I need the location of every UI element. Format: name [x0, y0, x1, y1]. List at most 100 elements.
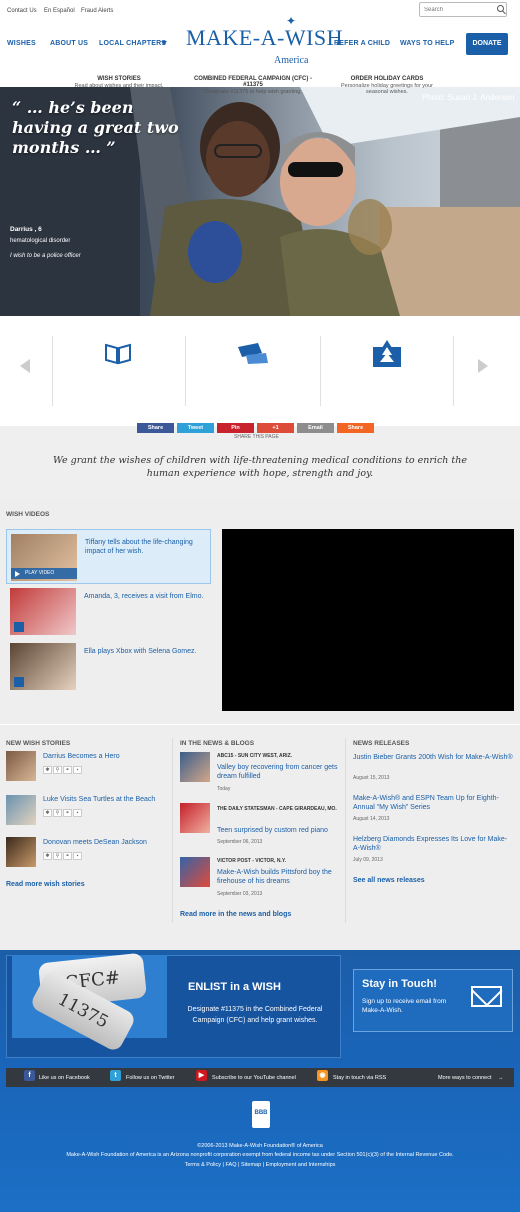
story-thumbnail[interactable]	[6, 837, 36, 867]
nav-wishes[interactable]: WISHES	[7, 40, 36, 47]
videos-heading: WISH VIDEOS	[6, 511, 50, 518]
legal-notice: Make-A-Wish Foundation of America is an …	[66, 1152, 454, 1158]
column-divider	[172, 738, 173, 923]
story-icons: ✱ ⚲ ⚭ ▪	[43, 852, 83, 860]
carousel-divider	[52, 336, 53, 406]
release-title[interactable]: Make-A-Wish® and ESPN Team Up for Eighth…	[353, 794, 513, 812]
carousel-divider	[320, 336, 321, 406]
facebook-share-button[interactable]: Share	[137, 423, 174, 433]
google-plus-button[interactable]: +1	[257, 423, 294, 433]
employment-link[interactable]: Employment and Internships	[266, 1162, 336, 1168]
play-video-label[interactable]: PLAY VIDEO	[11, 568, 77, 579]
bbb-logo[interactable]: BBB	[252, 1101, 270, 1128]
video-item[interactable]: PLAY VIDEO Tiffany tells about the life-…	[6, 529, 211, 584]
facebook-icon[interactable]: f	[24, 1070, 35, 1081]
donate-button[interactable]: DONATE	[466, 33, 508, 55]
enlist-heading[interactable]: ENLIST in a WISH	[188, 981, 281, 993]
read-more-news-link[interactable]: Read more in the news and blogs	[180, 911, 291, 918]
release-date: July 09, 2013	[353, 857, 383, 863]
arrow-right-icon[interactable]: →	[498, 1075, 504, 1081]
story-thumbnail[interactable]	[6, 795, 36, 825]
pin-button[interactable]: Pin	[217, 423, 254, 433]
read-more-stories-link[interactable]: Read more wish stories	[6, 881, 85, 888]
email-share-button[interactable]: Email	[297, 423, 334, 433]
twitter-link[interactable]: Follow us on Twitter	[126, 1075, 175, 1081]
story-icons: ✱ ⚲ ⚭ ▪	[43, 766, 83, 774]
search-icon[interactable]	[497, 5, 504, 12]
releases-heading: NEWS RELEASES	[353, 740, 410, 747]
story-title[interactable]: Donovan meets DeSean Jackson	[43, 839, 147, 846]
hero-wish: I wish to be a police officer	[10, 253, 81, 259]
carousel-item-holiday-cards[interactable]: ORDER HOLIDAY CARDS Personalize holiday …	[322, 24, 452, 95]
video-title[interactable]: Amanda, 3, receives a visit from Elmo.	[84, 592, 206, 601]
carousel-item-wish-stories[interactable]: WISH STORIES Read about wishes and their…	[54, 24, 184, 89]
carousel-item-cfc[interactable]: COMBINED FEDERAL CAMPAIGN (CFC) - #11375…	[188, 24, 318, 95]
column-divider	[345, 738, 346, 923]
news-date: Today	[217, 786, 231, 792]
sitemap-link[interactable]: Sitemap	[241, 1162, 261, 1168]
mail-icon[interactable]	[471, 986, 502, 1007]
video-title[interactable]: Tiffany tells about the life-changing im…	[85, 538, 207, 556]
feature-carousel	[0, 316, 520, 421]
video-title[interactable]: Ella plays Xbox with Selena Gomez.	[84, 647, 206, 656]
enlist-text: Designate #11375 in the Combined Federal…	[187, 1006, 323, 1024]
hero-quote: “ … he’s been having a great two months …	[12, 98, 179, 157]
arrow-right-icon[interactable]	[478, 359, 488, 373]
faq-link[interactable]: FAQ	[225, 1162, 236, 1168]
hero-condition: hematological disorder	[10, 238, 71, 244]
news-date: September 06, 2013	[217, 839, 263, 845]
news-source: ABC15 - SUN CITY WEST, ARIZ.	[217, 753, 293, 759]
stay-text: Sign up to receive email from Make-A-Wis…	[362, 998, 447, 1014]
terms-link[interactable]: Terms & Policy	[185, 1162, 221, 1168]
copyright: ©2006-2013 Make-A-Wish Foundation® of Am…	[197, 1143, 323, 1149]
hero-name: Darrius , 6	[10, 226, 42, 233]
news-thumbnail[interactable]	[180, 752, 210, 782]
story-title[interactable]: Luke Visits Sea Turtles at the Beach	[43, 796, 155, 803]
video-item[interactable]: Ella plays Xbox with Selena Gomez.	[6, 639, 211, 694]
release-title[interactable]: Justin Bieber Grants 200th Wish for Make…	[353, 753, 513, 762]
carousel-desc: Designate #11375 to help wish granting.	[204, 89, 302, 95]
rss-link[interactable]: Stay in touch via RSS	[333, 1075, 386, 1081]
news-title[interactable]: Make-A-Wish builds Pittsford boy the fir…	[217, 868, 342, 886]
carousel-divider	[453, 336, 454, 406]
story-title[interactable]: Darrius Becomes a Hero	[43, 753, 120, 760]
carousel-title: COMBINED FEDERAL CAMPAIGN (CFC) - #11375	[193, 76, 313, 88]
news-date: September 03, 2013	[217, 891, 263, 897]
video-player[interactable]	[222, 529, 514, 711]
facebook-link[interactable]: Like us on Facebook	[39, 1075, 90, 1081]
carousel-title: ORDER HOLIDAY CARDS	[350, 76, 424, 82]
news-title[interactable]: Teen surprised by custom red piano	[217, 826, 342, 835]
twitter-icon[interactable]: t	[110, 1070, 121, 1081]
news-source: VICTOR POST - VICTOR, N.Y.	[217, 858, 286, 864]
story-icons: ✱ ⚲ ⚭ ▪	[43, 809, 83, 817]
espanol-link[interactable]: En Español	[44, 8, 75, 14]
story-thumbnail[interactable]	[6, 751, 36, 781]
tweet-button[interactable]: Tweet	[177, 423, 214, 433]
carousel-divider	[185, 336, 186, 406]
play-icon[interactable]	[14, 677, 24, 687]
more-share-button[interactable]: Share	[337, 423, 374, 433]
fraud-alerts-link[interactable]: Fraud Alerts	[81, 8, 113, 14]
video-item[interactable]: Amanda, 3, receives a visit from Elmo.	[6, 584, 211, 639]
arrow-left-icon[interactable]	[20, 359, 30, 373]
release-date: August 14, 2013	[353, 816, 390, 822]
stories-heading: NEW WISH STORIES	[6, 740, 71, 747]
youtube-link[interactable]: Subscribe to our YouTube channel	[212, 1075, 296, 1081]
play-icon[interactable]	[14, 622, 24, 632]
see-all-releases-link[interactable]: See all news releases	[353, 877, 425, 884]
news-title[interactable]: Valley boy recovering from cancer gets d…	[217, 763, 342, 781]
share-caption: SHARE THIS PAGE	[234, 434, 279, 440]
play-icon[interactable]	[15, 571, 20, 577]
book-icon	[105, 343, 131, 365]
youtube-icon[interactable]: ▶	[196, 1070, 207, 1081]
carousel-title: WISH STORIES	[97, 76, 141, 82]
carousel-desc: Personalize holiday greetings for your s…	[340, 83, 434, 95]
news-thumbnail[interactable]	[180, 857, 210, 887]
rss-icon[interactable]: ◉	[317, 1070, 328, 1081]
contact-us-link[interactable]: Contact Us	[7, 8, 37, 14]
search-input[interactable]	[419, 2, 507, 17]
release-title[interactable]: Helzberg Diamonds Expresses Its Love for…	[353, 835, 513, 853]
news-thumbnail[interactable]	[180, 803, 210, 833]
news-source: THE DAILY STATESMAN - CAPE GIRARDEAU, MO…	[217, 806, 337, 812]
more-ways-link[interactable]: More ways to connect	[438, 1075, 492, 1081]
